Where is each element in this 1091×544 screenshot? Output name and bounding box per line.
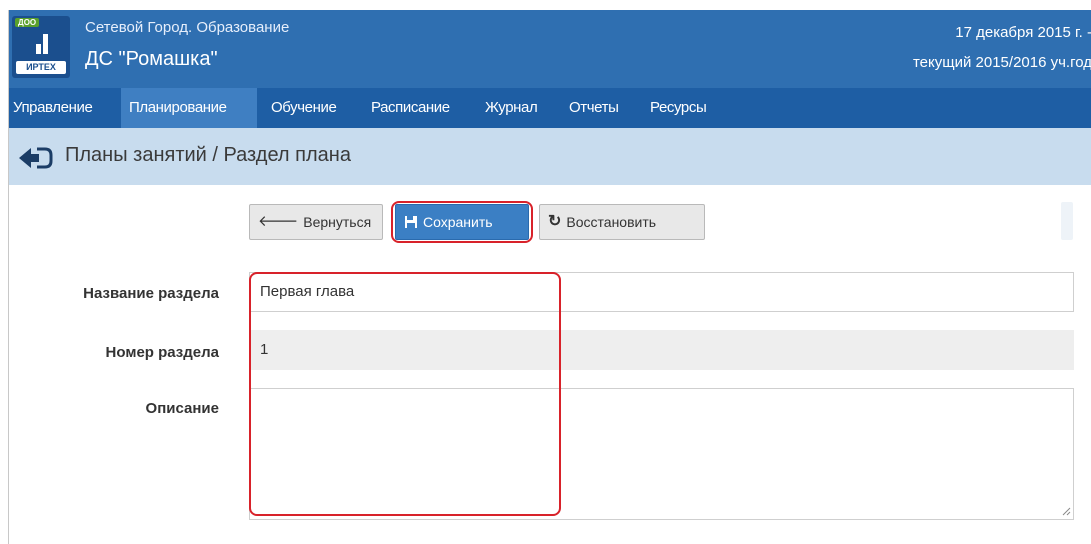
save-highlight-outline [391,201,533,243]
main-menu: Управление Планирование Обучение Расписа… [9,88,1091,128]
restore-button[interactable]: ↻ Восстановить [539,204,705,240]
menu-item-reports[interactable]: Отчеты [569,88,619,128]
menu-item-learning[interactable]: Обучение [271,88,337,128]
menu-item-schedule[interactable]: Расписание [371,88,450,128]
section-name-label: Название раздела [83,285,219,302]
app-logo[interactable]: ДОО ИРТЕХ [12,16,70,78]
app-window: ДОО ИРТЕХ Сетевой Город. Образование ДС … [8,10,1091,544]
back-button[interactable]: 🡐 Вернуться [249,204,383,240]
restore-button-label: Восстановить [566,214,657,230]
system-name: Сетевой Город. Образование [85,19,290,36]
school-name: ДС "Ромашка" [85,48,218,70]
section-number-label: Номер раздела [105,344,219,361]
logo-brand: ИРТЕХ [16,61,66,74]
current-date: 17 декабря 2015 г. - [955,24,1091,41]
resize-handle-icon[interactable] [1061,506,1071,516]
description-label: Описание [145,400,219,417]
menu-item-resources[interactable]: Ресурсы [650,88,707,128]
arrow-left-icon: 🡐 [258,213,299,230]
menu-item-planning[interactable]: Планирование [121,88,257,128]
circle-arrow-left-icon[interactable] [17,146,55,170]
menu-item-journal[interactable]: Журнал [485,88,538,128]
logo-badge: ДОО [15,18,40,27]
refresh-icon: ↻ [548,213,562,230]
back-button-label: Вернуться [303,214,372,230]
fields-highlight-outline [249,272,561,516]
scrollbar-stub[interactable] [1061,202,1073,240]
menu-item-management[interactable]: Управление [9,88,123,128]
academic-year[interactable]: текущий 2015/2016 уч.год [913,54,1091,71]
page-title-bar: Планы занятий / Раздел плана [9,128,1091,185]
page-title: Планы занятий / Раздел плана [65,144,351,166]
top-header: ДОО ИРТЕХ Сетевой Город. Образование ДС … [9,10,1091,88]
